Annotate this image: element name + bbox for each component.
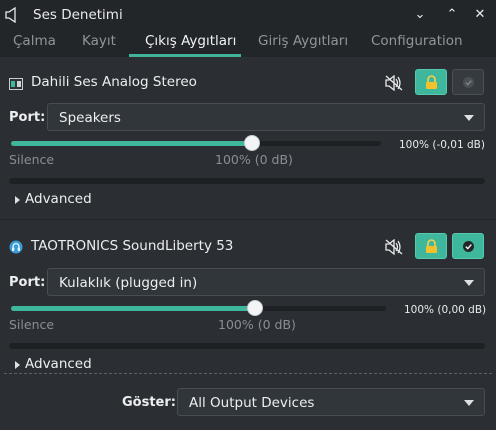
volume-slider-fill [11, 306, 255, 311]
maximize-button[interactable]: ⌃ [444, 7, 460, 23]
window-title: Ses Denetimi [33, 7, 123, 23]
chevron-down-icon [464, 280, 474, 286]
title-bar: Ses Denetimi ⌄ ⌃ ✕ [0, 0, 496, 30]
close-button[interactable]: ✕ [472, 7, 488, 23]
volume-readout: 100% (0,00 dB) [404, 304, 487, 316]
tab-recording[interactable]: Kayıt [82, 33, 116, 49]
volume-slider[interactable] [11, 141, 381, 146]
device-panel-2: TAOTRONICS SoundLiberty 53 Port: Kulaklı… [0, 221, 496, 372]
volume-slider-handle[interactable] [247, 300, 263, 316]
port-select[interactable]: Speakers [47, 103, 485, 131]
tab-bar: Çalma Kayıt Çıkış Aygıtları Giriş Aygıtl… [0, 30, 496, 57]
tab-input-devices[interactable]: Giriş Aygıtları [258, 33, 348, 49]
check-icon [463, 241, 474, 252]
tab-playback[interactable]: Çalma [13, 33, 56, 49]
full-volume-mark-label: 100% (0 dB) [218, 317, 296, 332]
lock-channels-button[interactable] [415, 233, 447, 259]
port-label: Port: [9, 110, 46, 125]
port-select-value: Kulaklık (plugged in) [59, 275, 198, 291]
scroll-end-separator [4, 373, 492, 374]
show-label: Göster: [122, 395, 176, 410]
device-divider [0, 219, 496, 220]
volume-slider-handle[interactable] [244, 135, 260, 151]
show-filter-select[interactable]: All Output Devices [177, 388, 485, 416]
volume-slider[interactable] [11, 306, 386, 311]
chevron-down-icon [464, 400, 474, 406]
device-name: Dahili Ses Analog Stereo [31, 74, 197, 90]
volume-slider-fill [11, 141, 252, 146]
lock-channels-button[interactable] [415, 69, 447, 95]
speaker-icon [5, 7, 16, 23]
expand-arrow-icon[interactable] [15, 196, 20, 204]
bluetooth-headset-icon [9, 240, 23, 254]
level-meter [9, 343, 485, 349]
port-select-value: Speakers [59, 110, 121, 126]
port-select[interactable]: Kulaklık (plugged in) [47, 268, 485, 296]
mute-icon[interactable] [385, 75, 403, 91]
minimize-button[interactable]: ⌄ [412, 7, 428, 23]
chevron-down-icon [464, 115, 474, 121]
volume-readout: 100% (-0,01 dB) [399, 139, 485, 151]
mute-icon[interactable] [385, 239, 403, 255]
tab-output-devices[interactable]: Çıkış Aygıtları [145, 33, 236, 49]
expand-arrow-icon[interactable] [15, 361, 20, 369]
level-meter [9, 178, 485, 184]
sound-card-icon [9, 78, 23, 90]
full-volume-mark-label: 100% (0 dB) [215, 152, 293, 167]
tab-configuration[interactable]: Configuration [371, 33, 463, 49]
advanced-expander[interactable]: Advanced [25, 356, 92, 372]
show-filter-value: All Output Devices [189, 395, 315, 411]
check-icon [463, 77, 474, 88]
set-default-button[interactable] [452, 69, 484, 95]
lock-icon [426, 75, 437, 89]
port-label: Port: [9, 275, 46, 290]
lock-icon [426, 239, 437, 253]
silence-label: Silence [9, 152, 55, 167]
silence-label: Silence [9, 317, 55, 332]
set-default-button[interactable] [452, 233, 484, 259]
device-panel-1: Dahili Ses Analog Stereo Port: Speakers … [0, 57, 496, 219]
device-name: TAOTRONICS SoundLiberty 53 [31, 238, 234, 254]
advanced-expander[interactable]: Advanced [25, 191, 92, 207]
